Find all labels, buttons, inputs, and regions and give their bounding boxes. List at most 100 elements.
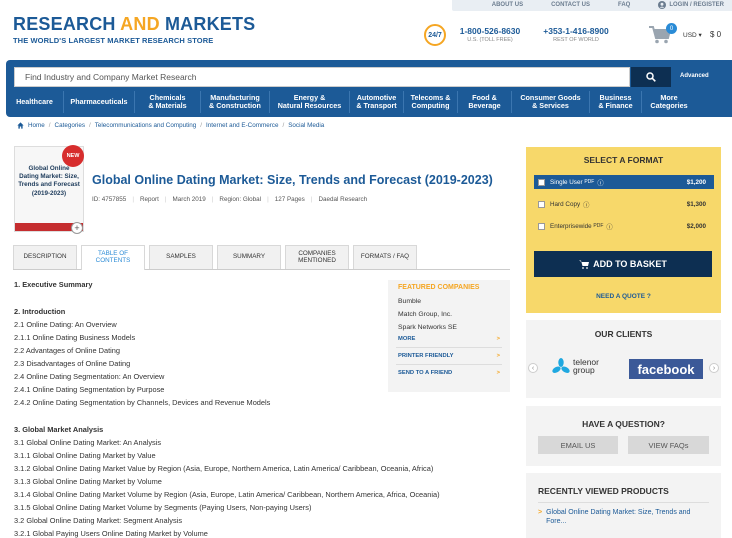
breadcrumb-separator: / [282, 122, 285, 129]
info-icon[interactable]: ⓘ [606, 222, 612, 231]
checkbox-icon[interactable] [538, 222, 545, 230]
support-24-7-icon: 24/7 [424, 24, 446, 46]
logo-word-research: RESEARCH [13, 14, 116, 34]
phone-world-label: REST OF WORLD [553, 37, 599, 43]
contact-us-link[interactable]: CONTACT US [551, 1, 590, 9]
featured-company[interactable]: Bumble [388, 295, 510, 308]
top-bar: ABOUT US CONTACT US FAQ LOGIN / REGISTER [0, 0, 732, 12]
report-publisher[interactable]: Daedal Research [318, 196, 367, 203]
category-consumer-goods[interactable]: Consumer Goods & Services [512, 91, 590, 113]
email-us-button[interactable]: EMAIL US [538, 436, 618, 454]
tab-formats-faq[interactable]: FORMATS / FAQ [353, 245, 417, 269]
toc-item: 3.1.5 Global Online Dating Market Volume… [14, 503, 312, 512]
tab-description[interactable]: DESCRIPTION [13, 245, 77, 269]
tab-companies-mentioned[interactable]: COMPANIES MENTIONED [285, 245, 349, 269]
meta-divider: | [164, 196, 167, 203]
toc-item: 3.1 Global Online Dating Market: An Anal… [14, 438, 162, 447]
category-label-line2: & Construction [209, 101, 261, 110]
category-pharmaceuticals[interactable]: Pharmaceuticals [64, 91, 135, 113]
category-business[interactable]: Business & Finance [590, 91, 642, 113]
checkbox-checked-icon[interactable] [538, 178, 545, 186]
search-input[interactable]: Find Industry and Company Market Researc… [14, 67, 630, 87]
faq-link[interactable]: FAQ [618, 1, 630, 9]
site-logo[interactable]: RESEARCH AND MARKETS THE WORLD'S LARGEST… [13, 14, 255, 45]
info-icon[interactable]: ⓘ [583, 200, 589, 209]
tab-label: SUMMARY [232, 253, 266, 261]
phone-world-number: +353-1-416-8900 [543, 26, 609, 36]
featured-company[interactable]: Match Group, Inc. [388, 308, 510, 321]
tab-label: FORMATS / FAQ [360, 253, 410, 261]
toc-item: 2.4 Online Dating Segmentation: An Overv… [14, 372, 165, 381]
our-clients-heading: OUR CLIENTS [594, 329, 653, 339]
login-register-link[interactable]: LOGIN / REGISTER [658, 1, 724, 9]
breadcrumb-home[interactable]: Home [28, 122, 45, 129]
printer-friendly-link[interactable]: PRINTER FRIENDLY > [388, 353, 510, 359]
advanced-search-link[interactable]: Advanced [680, 73, 709, 79]
chevron-left-icon[interactable]: ‹ [528, 363, 538, 373]
breadcrumb-telecom[interactable]: Telecommunications and Computing [95, 122, 197, 129]
tab-summary[interactable]: SUMMARY [217, 245, 281, 269]
logo-wordmark: RESEARCH AND MARKETS [13, 14, 255, 35]
have-a-question-panel: HAVE A QUESTION? EMAIL US VIEW FAQs [526, 406, 721, 466]
category-chemicals[interactable]: Chemicals & Materials [135, 91, 201, 113]
view-faqs-button[interactable]: VIEW FAQs [628, 436, 709, 454]
format-selector-panel: SELECT A FORMAT Single User PDF ⓘ $1,200… [526, 147, 721, 313]
tab-label-line2: CONTENTS [95, 257, 131, 264]
cart-total: $ 0 [710, 30, 722, 39]
toc-item: 2.4.2 Online Dating Segmentation by Chan… [14, 398, 271, 407]
chevron-right-icon: > [496, 353, 500, 359]
recently-viewed-item[interactable]: > Global Online Dating Market: Size, Tre… [526, 503, 721, 527]
toc-item: 3. Global Market Analysis [14, 425, 104, 434]
category-more[interactable]: More Categories [642, 91, 696, 113]
format-option-enterprisewide[interactable]: Enterprisewide PDF ⓘ $2,000 [534, 219, 714, 233]
category-manufacturing[interactable]: Manufacturing & Construction [201, 91, 270, 113]
breadcrumb-social-media[interactable]: Social Media [288, 122, 324, 129]
category-energy[interactable]: Energy & Natural Resources [270, 91, 350, 113]
send-to-friend-label: SEND TO A FRIEND [398, 370, 453, 376]
chevron-right-icon[interactable]: › [709, 363, 719, 373]
phone-us: 1-800-526-8630 U.S. (TOLL FREE) [455, 26, 525, 43]
top-links: ABOUT US CONTACT US FAQ LOGIN / REGISTER [492, 1, 724, 9]
login-register-label: LOGIN / REGISTER [669, 2, 724, 8]
toc-item: 2. Introduction [14, 307, 66, 316]
about-us-link[interactable]: ABOUT US [492, 1, 523, 9]
breadcrumb-categories[interactable]: Categories [55, 122, 85, 129]
need-a-quote-link[interactable]: NEED A QUOTE ? [526, 293, 721, 300]
add-to-basket-button[interactable]: ADD TO BASKET [534, 251, 712, 277]
checkbox-icon[interactable] [538, 200, 545, 208]
category-food[interactable]: Food & Beverage [458, 91, 512, 113]
toc-item: 3.1.1 Global Online Dating Market by Val… [14, 451, 156, 460]
more-companies-link[interactable]: MORE > [388, 336, 510, 342]
category-nav: Healthcare Pharmaceuticals Chemicals & Ma… [6, 91, 732, 113]
category-label-line2: Computing [411, 101, 450, 110]
category-label-line2: Beverage [468, 101, 501, 110]
meta-divider: | [267, 196, 269, 203]
info-icon[interactable]: ⓘ [597, 178, 603, 187]
report-date: March 2019 [172, 196, 206, 203]
breadcrumb-internet[interactable]: Internet and E-Commerce [206, 122, 278, 129]
cart-count-badge: 0 [666, 23, 677, 34]
category-label: Pharmaceuticals [70, 97, 128, 107]
zoom-icon[interactable]: + [71, 222, 83, 234]
featured-company[interactable]: Spark Networks SE [388, 321, 510, 334]
format-option-hard-copy[interactable]: Hard Copy ⓘ $1,300 [534, 197, 714, 211]
tab-samples[interactable]: SAMPLES [149, 245, 213, 269]
send-to-friend-link[interactable]: SEND TO A FRIEND > [388, 370, 510, 376]
home-icon [17, 122, 24, 129]
toc-item: 3.2.1 Global Paying Users Online Dating … [14, 529, 208, 538]
chevron-right-icon: > [496, 370, 500, 376]
format-label: Single User [550, 178, 583, 186]
category-automotive[interactable]: Automotive & Transport [350, 91, 404, 113]
category-telecoms[interactable]: Telecoms & Computing [404, 91, 458, 113]
format-price: $2,000 [686, 222, 706, 230]
tab-table-of-contents[interactable]: TABLE OF CONTENTS [81, 245, 145, 270]
featured-companies-heading: FEATURED COMPANIES [398, 284, 480, 291]
currency-selector[interactable]: USD ▾ [683, 31, 702, 39]
chevron-right-icon: > [538, 509, 543, 516]
our-clients-panel: OUR CLIENTS ‹ › telenor group facebook [526, 320, 721, 398]
logo-word-and: AND [120, 14, 160, 34]
chevron-right-icon: > [496, 336, 500, 342]
category-healthcare[interactable]: Healthcare [6, 91, 64, 113]
format-option-single-user[interactable]: Single User PDF ⓘ $1,200 [534, 175, 714, 189]
search-button[interactable] [631, 67, 671, 87]
